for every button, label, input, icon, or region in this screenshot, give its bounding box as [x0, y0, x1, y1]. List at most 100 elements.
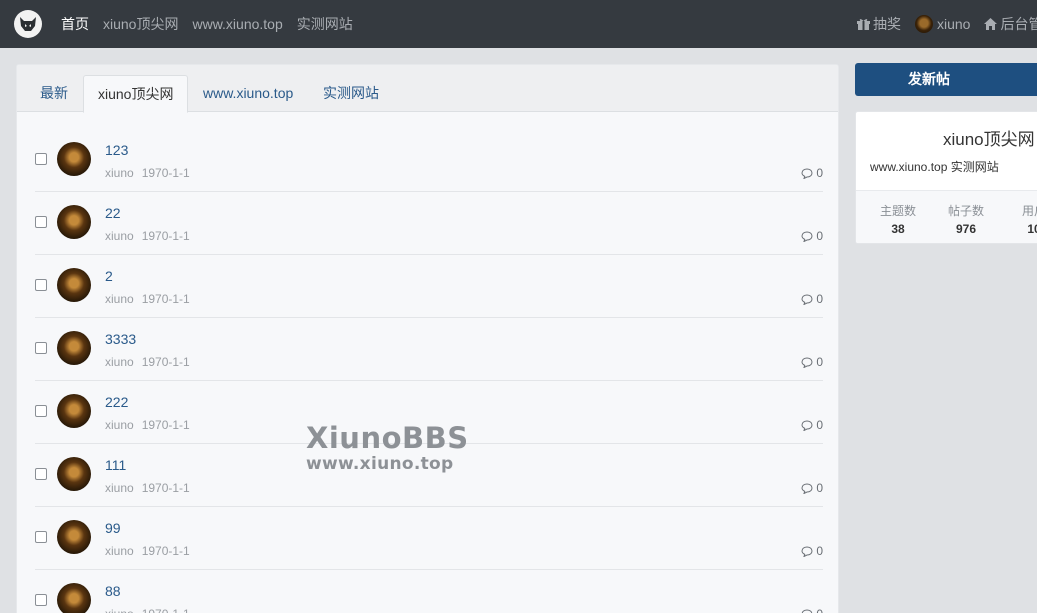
stat-label: 主题数 [879, 204, 916, 218]
site-description: www.xiuno.top 实测网站 [870, 160, 999, 174]
tab-xiuno[interactable]: xiuno顶尖网 [83, 75, 189, 113]
forum-info-card: xiuno顶尖网 www.xiuno.top 实测网站 主题数 38 帖子数 9… [855, 111, 1037, 244]
forum-stats: 主题数 38 帖子数 976 用户 10 [856, 190, 1037, 243]
nav-forum-xiuno[interactable]: xiuno顶尖网 [103, 14, 178, 34]
site-name: xiuno顶尖网 [943, 130, 1035, 149]
reply-count: 0 [801, 292, 823, 306]
stat-threads: 主题数 38 [868, 202, 928, 236]
reply-count-value: 0 [816, 418, 823, 432]
avatar[interactable] [57, 331, 91, 365]
thread-meta: xiuno 1970-1-1 [105, 544, 198, 558]
logo-icon[interactable] [14, 10, 42, 38]
reply-count: 0 [801, 481, 823, 495]
comment-icon [801, 230, 813, 242]
thread-subject[interactable]: 3333 [105, 331, 136, 347]
nav-forum-site[interactable]: www.xiuno.top [192, 16, 282, 32]
thread-row: 222 xiuno 1970-1-1 0 [35, 381, 823, 444]
thread-author[interactable]: xiuno [105, 229, 134, 243]
reply-count-value: 0 [816, 544, 823, 558]
stat-posts: 帖子数 976 [936, 202, 996, 236]
thread-meta: xiuno 1970-1-1 [105, 229, 198, 243]
thread-subject[interactable]: 88 [105, 583, 121, 599]
thread-subject[interactable]: 2 [105, 268, 113, 284]
stat-label: 用户 [1021, 204, 1037, 218]
nav-links: 首页 xiuno顶尖网 www.xiuno.top 实测网站 [61, 0, 367, 48]
new-thread-button[interactable]: 发新帖 [855, 63, 1037, 96]
thread-date: 1970-1-1 [141, 481, 190, 495]
thread-row: 88 xiuno 1970-1-1 0 [35, 570, 823, 613]
avatar[interactable] [57, 583, 91, 613]
thread-checkbox[interactable] [35, 405, 47, 417]
stat-value: 976 [955, 222, 977, 236]
thread-row: 3333 xiuno 1970-1-1 0 [35, 318, 823, 381]
thread-row: 123 xiuno 1970-1-1 0 [35, 112, 823, 192]
nav-lottery[interactable]: 抽奖 [857, 14, 901, 34]
thread-date: 1970-1-1 [141, 418, 190, 432]
thread-checkbox[interactable] [35, 279, 47, 291]
avatar[interactable] [57, 394, 91, 428]
thread-meta: xiuno 1970-1-1 [105, 166, 198, 180]
avatar[interactable] [57, 142, 91, 176]
avatar[interactable] [57, 205, 91, 239]
reply-count: 0 [801, 229, 823, 243]
thread-checkbox[interactable] [35, 342, 47, 354]
reply-count-value: 0 [816, 292, 823, 306]
thread-subject[interactable]: 22 [105, 205, 121, 221]
thread-date: 1970-1-1 [141, 544, 190, 558]
reply-count: 0 [801, 166, 823, 180]
stat-value: 10 [1027, 222, 1037, 236]
comment-icon [801, 419, 813, 431]
nav-user[interactable]: xiuno [915, 15, 970, 33]
tab-site[interactable]: www.xiuno.top [203, 75, 293, 112]
tab-latest[interactable]: 最新 [40, 75, 68, 112]
thread-subject[interactable]: 123 [105, 142, 128, 158]
user-avatar [915, 15, 933, 33]
thread-subject[interactable]: 99 [105, 520, 121, 536]
nav-home[interactable]: 首页 [61, 14, 89, 34]
thread-author[interactable]: xiuno [105, 355, 134, 369]
thread-list-card: 最新 xiuno顶尖网 www.xiuno.top 实测网站 123 xiuno… [16, 64, 839, 613]
gift-icon [857, 18, 870, 30]
thread-author[interactable]: xiuno [105, 292, 134, 306]
reply-count-value: 0 [816, 355, 823, 369]
nav-admin-label: 后台管 [1000, 16, 1037, 32]
comment-icon [801, 356, 813, 368]
thread-date: 1970-1-1 [141, 229, 190, 243]
thread-author[interactable]: xiuno [105, 544, 134, 558]
thread-subject[interactable]: 111 [105, 457, 126, 473]
thread-checkbox[interactable] [35, 468, 47, 480]
thread-author[interactable]: xiuno [105, 166, 134, 180]
reply-count-value: 0 [816, 229, 823, 243]
stat-value: 38 [891, 222, 905, 236]
reply-count: 0 [801, 544, 823, 558]
thread-subject[interactable]: 222 [105, 394, 128, 410]
thread-author[interactable]: xiuno [105, 418, 134, 432]
avatar[interactable] [57, 457, 91, 491]
reply-count: 0 [801, 607, 823, 613]
thread-row: 111 xiuno 1970-1-1 0 [35, 444, 823, 507]
forum-tabs: 最新 xiuno顶尖网 www.xiuno.top 实测网站 [17, 65, 838, 113]
stat-label: 帖子数 [947, 204, 984, 218]
thread-meta: xiuno 1970-1-1 [105, 355, 198, 369]
thread-author[interactable]: xiuno [105, 481, 134, 495]
nav-forum-test[interactable]: 实测网站 [297, 14, 353, 34]
thread-checkbox[interactable] [35, 531, 47, 543]
comment-icon [801, 167, 813, 179]
thread-meta: xiuno 1970-1-1 [105, 481, 198, 495]
avatar[interactable] [57, 268, 91, 302]
thread-checkbox[interactable] [35, 216, 47, 228]
comment-icon [801, 293, 813, 305]
reply-count-value: 0 [816, 481, 823, 495]
thread-checkbox[interactable] [35, 594, 47, 606]
nav-admin[interactable]: 后台管 [984, 14, 1037, 34]
thread-author[interactable]: xiuno [105, 607, 134, 613]
comment-icon [801, 482, 813, 494]
reply-count-value: 0 [816, 166, 823, 180]
reply-count: 0 [801, 355, 823, 369]
avatar[interactable] [57, 520, 91, 554]
tab-test[interactable]: 实测网站 [323, 75, 379, 112]
thread-checkbox[interactable] [35, 153, 47, 165]
thread-row: 2 xiuno 1970-1-1 0 [35, 255, 823, 318]
nav-right: 抽奖 xiuno 后台管 [857, 0, 1037, 48]
thread-meta: xiuno 1970-1-1 [105, 418, 198, 432]
